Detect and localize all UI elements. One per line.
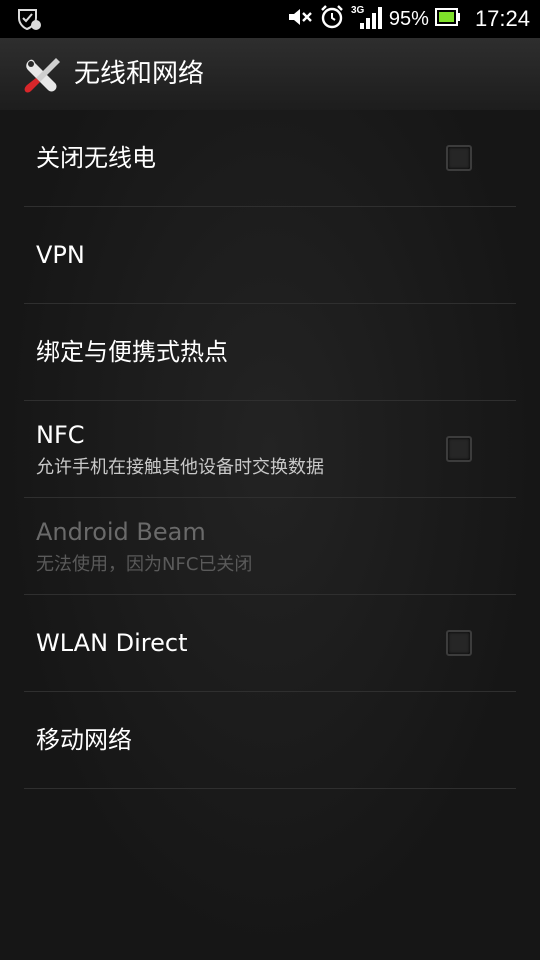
setting-subtitle: 无法使用，因为NFC已关闭 xyxy=(36,554,253,575)
signal-type-label: 3G xyxy=(351,5,365,16)
tools-icon xyxy=(22,54,64,96)
status-icons: 3G 95% 17:24 xyxy=(287,0,530,38)
status-bar: 3G 95% 17:24 xyxy=(0,0,540,38)
wlan-direct-checkbox[interactable] xyxy=(446,630,472,656)
setting-vpn[interactable]: VPN xyxy=(24,207,516,304)
notification-shield-icon xyxy=(16,7,42,31)
volume-muted-icon xyxy=(287,6,313,32)
title-bar: 无线和网络 xyxy=(0,38,540,111)
page-title: 无线和网络 xyxy=(74,59,205,89)
clock-time: 17:24 xyxy=(474,6,530,31)
setting-title: Android Beam xyxy=(36,518,206,546)
setting-subtitle: 允许手机在接触其他设备时交换数据 xyxy=(36,457,324,478)
airplane-mode-checkbox[interactable] xyxy=(446,145,472,171)
setting-airplane-mode[interactable]: 关闭无线电 xyxy=(24,110,516,207)
setting-nfc[interactable]: NFC 允许手机在接触其他设备时交换数据 xyxy=(24,401,516,498)
signal-3g-icon: 3G xyxy=(351,3,383,35)
setting-title: 绑定与便携式热点 xyxy=(36,338,228,366)
setting-title: WLAN Direct xyxy=(36,629,188,657)
setting-tethering-hotspot[interactable]: 绑定与便携式热点 xyxy=(24,304,516,401)
setting-title: VPN xyxy=(36,241,85,269)
nfc-checkbox[interactable] xyxy=(446,436,472,462)
alarm-clock-icon xyxy=(319,4,345,34)
battery-icon xyxy=(434,8,461,30)
setting-title: 关闭无线电 xyxy=(36,144,156,172)
settings-list: 关闭无线电 VPN 绑定与便携式热点 NFC 允许手机在接触其他设备时交换数据 … xyxy=(0,110,540,960)
setting-wlan-direct[interactable]: WLAN Direct xyxy=(24,595,516,692)
battery-percent: 95% xyxy=(388,7,429,30)
setting-mobile-network[interactable]: 移动网络 xyxy=(24,692,516,789)
setting-title: NFC xyxy=(36,421,85,449)
setting-title: 移动网络 xyxy=(36,726,132,754)
setting-android-beam: Android Beam 无法使用，因为NFC已关闭 xyxy=(24,498,516,595)
